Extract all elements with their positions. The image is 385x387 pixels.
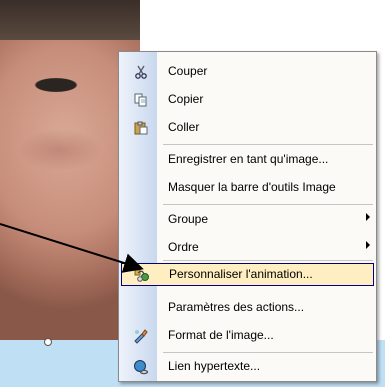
menu-item-label: Format de l'image... [168, 328, 274, 342]
menu-item-label: Paramètres des actions... [168, 300, 305, 314]
menu-item-label: Couper [168, 64, 208, 78]
submenu-arrow-icon [366, 241, 370, 249]
menu-item-label: Ordre [168, 240, 199, 254]
menu-item-coller[interactable]: Coller [119, 116, 376, 139]
hair-region [0, 0, 140, 40]
menu-item-format-image[interactable]: Format de l'image... [119, 324, 376, 347]
menu-item-label: Coller [168, 120, 200, 134]
hyperlink-icon [133, 359, 149, 375]
menu-item-label: Copier [168, 92, 204, 106]
menu-item-lien-hypertexte[interactable]: Lien hypertexte... [119, 355, 376, 378]
resize-handle[interactable] [44, 338, 52, 346]
menu-item-label: Masquer la barre d'outils Image [168, 180, 336, 194]
context-menu: Couper Copier Coller Enregistrer en tant… [118, 51, 377, 382]
scissors-icon [133, 64, 149, 80]
submenu-arrow-icon [366, 213, 370, 221]
menu-item-couper[interactable]: Couper [119, 60, 376, 83]
menu-item-personnaliser-animation[interactable]: Personnaliser l'animation... [121, 263, 374, 286]
menu-separator [163, 352, 373, 353]
menu-item-label: Lien hypertexte... [168, 359, 261, 373]
menu-separator [163, 144, 373, 145]
menu-item-enregistrer-image[interactable]: Enregistrer en tant qu'image... [119, 148, 376, 171]
menu-item-label: Enregistrer en tant qu'image... [168, 152, 329, 166]
menu-item-label: Groupe [168, 212, 209, 226]
menu-item-label: Personnaliser l'animation... [169, 267, 313, 281]
menu-item-copier[interactable]: Copier [119, 88, 376, 111]
menu-item-parametres-actions[interactable]: Paramètres des actions... [119, 296, 376, 319]
format-image-icon [133, 328, 149, 344]
animation-icon [134, 267, 150, 283]
menu-item-ordre[interactable]: Ordre [119, 236, 376, 259]
menu-item-masquer-barre[interactable]: Masquer la barre d'outils Image [119, 176, 376, 199]
menu-item-groupe[interactable]: Groupe [119, 208, 376, 231]
copy-icon [133, 92, 149, 108]
paste-icon [133, 120, 149, 136]
menu-separator [163, 204, 373, 205]
menu-separator [163, 260, 373, 261]
